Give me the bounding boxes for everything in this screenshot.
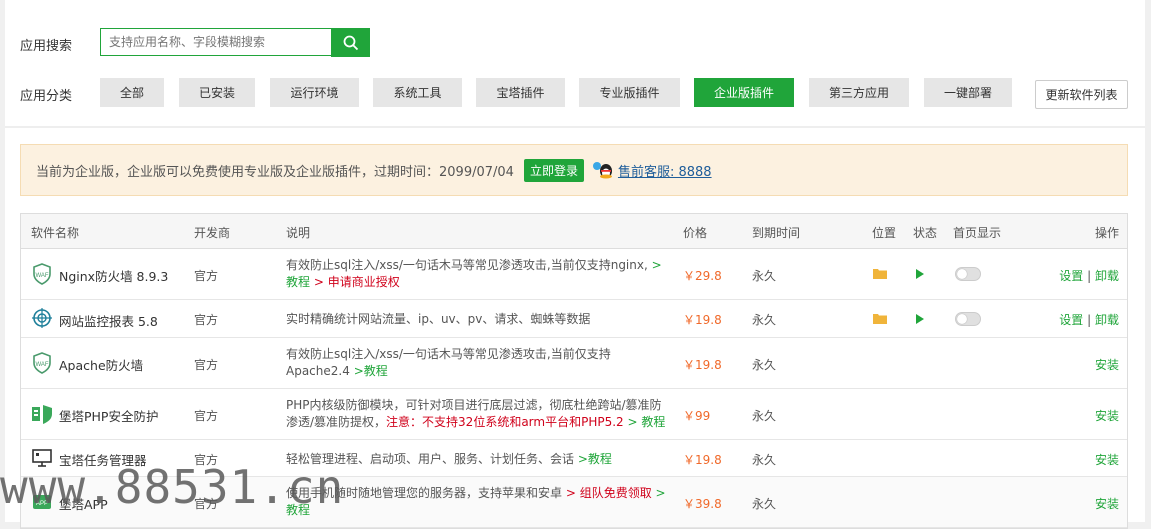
category-tab-bt-plugins[interactable]: 宝塔插件 bbox=[476, 78, 565, 107]
header-name: 软件名称 bbox=[31, 226, 80, 240]
software-name: 网站监控报表 5.8 bbox=[59, 314, 158, 329]
category-tab-third-party[interactable]: 第三方应用 bbox=[809, 78, 909, 107]
home-display-toggle[interactable] bbox=[955, 312, 981, 326]
description-text: 有效防止sql注入/xss/一句话木马等常见渗透攻击,当前仅支持nginx, bbox=[286, 258, 648, 272]
enterprise-notice: 当前为企业版，企业版可以免费使用专业版及企业版插件，过期时间：2099/07/0… bbox=[20, 144, 1128, 196]
description: 有效防止sql注入/xss/一句话木马等常见渗透攻击,当前仅支持nginx, >… bbox=[286, 257, 671, 291]
php-shield-icon bbox=[31, 403, 53, 425]
developer: 官方 bbox=[194, 358, 219, 372]
warning-text: 注意：不支持32位系统和arm平台和PHP5.2 bbox=[386, 415, 624, 429]
uninstall-link[interactable]: 卸载 bbox=[1095, 269, 1119, 283]
commercial-license-link[interactable]: > 申请商业授权 bbox=[314, 275, 400, 289]
expire-time: 永久 bbox=[752, 453, 777, 467]
watermark: www.88531.cn bbox=[0, 460, 345, 514]
price: ￥99 bbox=[683, 409, 711, 423]
category-tab-enterprise-plugins[interactable]: 企业版插件 bbox=[694, 78, 794, 107]
table-row: 网站监控报表 5.8 官方 实时精确统计网站流量、ip、uv、pv、请求、蜘蛛等… bbox=[21, 300, 1127, 338]
header-description: 说明 bbox=[286, 226, 311, 240]
action-separator: | bbox=[1087, 269, 1092, 283]
folder-icon[interactable] bbox=[873, 312, 887, 327]
expire-time: 永久 bbox=[752, 313, 777, 327]
description: PHP内核级防御模块，可针对项目进行底层过滤，彻底杜绝跨站/篡准防 渗透/篡准防… bbox=[286, 397, 671, 431]
row-actions: 设置 | 卸载 bbox=[1059, 267, 1119, 284]
developer: 官方 bbox=[194, 313, 219, 327]
header-price: 价格 bbox=[683, 226, 708, 240]
app-store-panel: 应用搜索 应用分类 全部 已安装 运行环境 系统工具 宝塔插件 专业版插件 企业… bbox=[5, 0, 1145, 529]
category-tab-system-tools[interactable]: 系统工具 bbox=[373, 78, 462, 107]
price: ￥39.8 bbox=[683, 497, 722, 511]
row-actions: 设置 | 卸载 bbox=[1059, 311, 1119, 328]
uninstall-link[interactable]: 卸载 bbox=[1095, 313, 1119, 327]
table-row: WAF Nginx防火墙 8.9.3 官方 有效防止sql注入/xss/一句话木… bbox=[21, 249, 1127, 300]
category-tab-all[interactable]: 全部 bbox=[100, 78, 164, 107]
tutorial-link[interactable]: > 教程 bbox=[628, 415, 666, 429]
category-tab-runtime[interactable]: 运行环境 bbox=[270, 78, 359, 107]
developer: 官方 bbox=[194, 269, 219, 283]
expire-time: 永久 bbox=[752, 409, 777, 423]
notice-text: 当前为企业版，企业版可以免费使用专业版及企业版插件，过期时间：2099/07/0… bbox=[36, 164, 514, 180]
table-row: WAF Apache防火墙 官方 有效防止sql注入/xss/一句话木马等常见渗… bbox=[21, 338, 1127, 389]
price: ￥19.8 bbox=[683, 358, 722, 372]
software-name: 堡塔PHP安全防护 bbox=[59, 409, 159, 424]
header-developer: 开发商 bbox=[194, 226, 231, 240]
header-operations: 操作 bbox=[1094, 226, 1119, 240]
header-home-display: 首页显示 bbox=[953, 226, 1002, 240]
software-name: Nginx防火墙 8.9.3 bbox=[59, 269, 169, 284]
svg-text:WAF: WAF bbox=[35, 273, 48, 279]
play-icon[interactable] bbox=[915, 268, 925, 283]
category-label: 应用分类 bbox=[20, 89, 73, 104]
price: ￥29.8 bbox=[683, 269, 722, 283]
team-free-link[interactable]: > 组队免费领取 bbox=[566, 486, 652, 500]
play-icon[interactable] bbox=[915, 313, 925, 328]
category-tab-pro-plugins[interactable]: 专业版插件 bbox=[579, 78, 680, 107]
qq-icon bbox=[592, 161, 614, 179]
table-header: 软件名称 开发商 说明 价格 到期时间 位置 状态 首页显示 操作 bbox=[21, 214, 1127, 249]
settings-link[interactable]: 设置 bbox=[1059, 269, 1083, 283]
price: ￥19.8 bbox=[683, 313, 722, 327]
search-input[interactable] bbox=[100, 28, 332, 56]
tutorial-link[interactable]: >教程 bbox=[354, 364, 388, 378]
description-text: PHP内核级防御模块，可针对项目进行底层过滤，彻底杜绝跨站/篡准防 bbox=[286, 398, 662, 412]
waf-shield-icon: WAF bbox=[31, 352, 53, 374]
description-text-2: 渗透/篡准防提权， bbox=[286, 415, 387, 429]
header-location: 位置 bbox=[872, 226, 897, 240]
login-button[interactable]: 立即登录 bbox=[523, 158, 584, 182]
settings-link[interactable]: 设置 bbox=[1059, 313, 1083, 327]
waf-shield-icon: WAF bbox=[31, 263, 53, 285]
table-row: 堡塔PHP安全防护 官方 PHP内核级防御模块，可针对项目进行底层过滤，彻底杜绝… bbox=[21, 389, 1127, 440]
install-link[interactable]: 安装 bbox=[1095, 495, 1119, 512]
divider bbox=[5, 126, 1145, 128]
refresh-list-button[interactable]: 更新软件列表 bbox=[1035, 80, 1128, 109]
tutorial-link[interactable]: >教程 bbox=[578, 452, 612, 466]
expire-time: 永久 bbox=[752, 358, 777, 372]
install-link[interactable]: 安装 bbox=[1095, 451, 1119, 468]
description-text: 有效防止sql注入/xss/一句话木马等常见渗透攻击,当前仅支持 bbox=[286, 347, 611, 361]
action-separator: | bbox=[1087, 313, 1092, 327]
svg-text:WAF: WAF bbox=[35, 362, 48, 368]
category-tab-installed[interactable]: 已安装 bbox=[179, 78, 255, 107]
search-button[interactable] bbox=[331, 28, 370, 57]
install-link[interactable]: 安装 bbox=[1095, 356, 1119, 373]
support-link[interactable]: 售前客服: 8888 bbox=[618, 161, 712, 180]
expire-time: 永久 bbox=[752, 269, 777, 283]
home-display-toggle[interactable] bbox=[955, 267, 981, 281]
header-expire: 到期时间 bbox=[752, 226, 801, 240]
header-status: 状态 bbox=[913, 226, 938, 240]
expire-time: 永久 bbox=[752, 497, 777, 511]
description: 有效防止sql注入/xss/一句话木马等常见渗透攻击,当前仅支持 Apache2… bbox=[286, 346, 671, 380]
price: ￥19.8 bbox=[683, 453, 722, 467]
developer: 官方 bbox=[194, 409, 219, 423]
target-icon bbox=[31, 307, 53, 329]
description-text-2: Apache2.4 bbox=[286, 364, 350, 378]
search-label: 应用搜索 bbox=[20, 39, 73, 54]
software-name: Apache防火墙 bbox=[59, 358, 144, 373]
search-icon bbox=[343, 35, 358, 50]
install-link[interactable]: 安装 bbox=[1095, 407, 1119, 424]
folder-icon[interactable] bbox=[873, 267, 887, 282]
category-tab-one-click-deploy[interactable]: 一键部署 bbox=[924, 78, 1012, 107]
description-text: 实时精确统计网站流量、ip、uv、pv、请求、蜘蛛等数据 bbox=[286, 312, 591, 326]
